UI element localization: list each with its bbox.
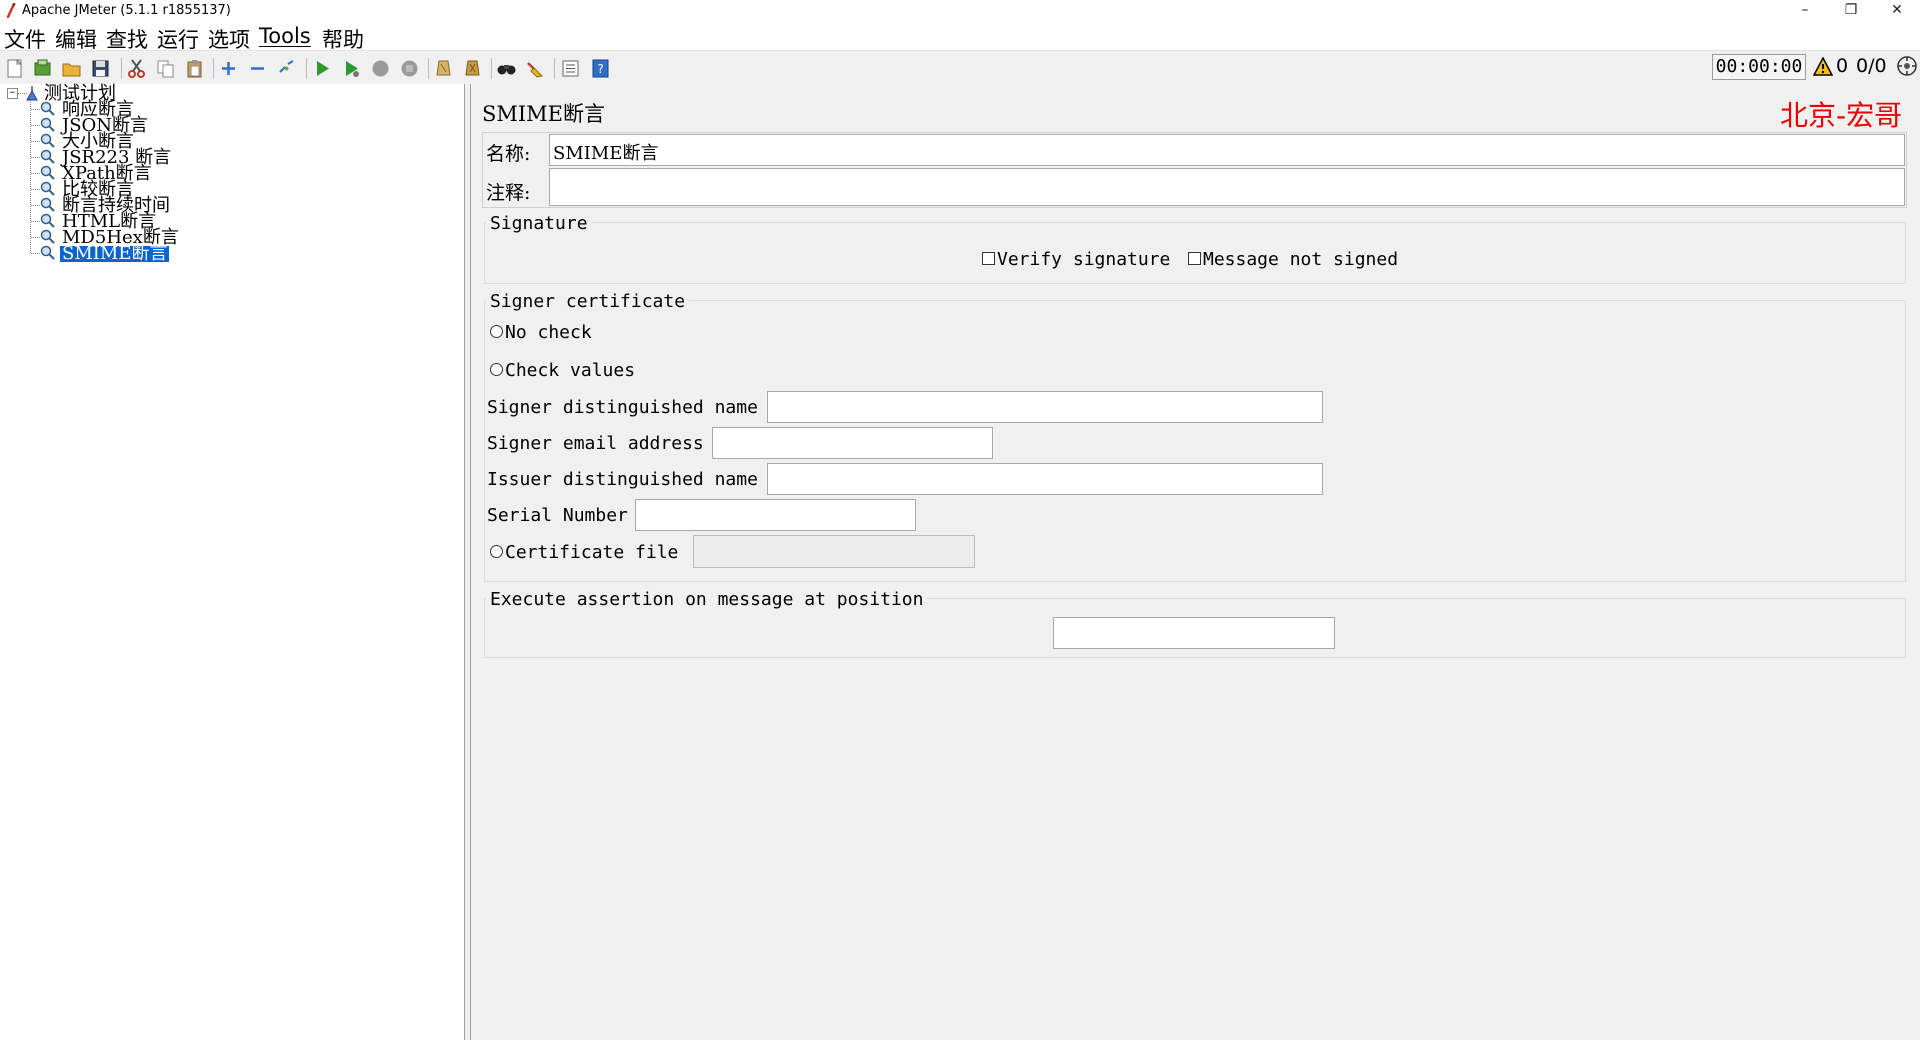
warning-icon[interactable] [1812,56,1834,77]
save-icon[interactable] [90,58,111,79]
function-helper-icon[interactable] [560,58,581,79]
copy-icon[interactable] [155,58,176,79]
signer-dn-input[interactable] [767,391,1323,423]
magnifier-icon [39,165,57,181]
templates-icon[interactable] [32,58,53,79]
open-icon[interactable] [61,58,82,79]
magnifier-icon [39,101,57,117]
checkbox-box[interactable] [982,251,995,265]
toolbar: ? [0,50,1920,86]
start-icon[interactable] [312,58,333,79]
magnifier-icon [39,229,57,245]
signature-group-title: Signature [486,213,592,234]
jmeter-logo-icon [5,2,17,19]
no-check-label: No check [505,322,592,343]
message-position-input[interactable] [1053,617,1335,649]
comment-label: 注释: [486,182,531,204]
reset-search-icon[interactable] [525,58,546,79]
restore-button[interactable]: ❐ [1828,0,1874,22]
checkbox-box[interactable] [1188,251,1201,265]
certificate-file-input[interactable] [693,535,975,568]
tree-label-selected: SMIME断言 [60,243,170,264]
elapsed-timer: 00:00:00 [1712,54,1806,80]
new-icon[interactable] [4,58,25,79]
magnifier-icon [39,197,57,213]
serial-number-input[interactable] [635,499,916,531]
name-input[interactable]: SMIME断言 [549,134,1905,166]
magnifier-icon [39,133,57,149]
help-icon[interactable]: ? [590,58,611,79]
signer-certificate-group-title: Signer certificate [486,291,690,312]
signer-dn-label: Signer distinguished name [487,397,758,418]
magnifier-icon [39,181,57,197]
collapse-icon[interactable] [247,58,268,79]
test-plan-icon [23,85,41,101]
magnifier-icon [39,213,57,229]
radio-circle[interactable] [490,544,503,558]
certificate-file-radio[interactable]: Certificate file [490,542,678,563]
signer-email-input[interactable] [712,427,993,459]
magnifier-icon [39,245,57,261]
magnifier-icon [39,149,57,165]
shutdown-icon[interactable] [399,58,420,79]
clear-all-icon[interactable] [462,58,483,79]
tree-node-xpath-assertion[interactable]: XPath断言 [0,165,300,183]
check-values-label: Check values [505,360,636,381]
test-plan-tree: − 测试计划 响应断言 JSON断言 大小断言 JSR223 断言 XPath断… [0,84,465,1040]
check-values-radio[interactable]: Check values [490,360,635,381]
radio-circle[interactable] [490,324,503,338]
issuer-dn-input[interactable] [767,463,1323,495]
certificate-file-label: Certificate file [505,542,679,563]
stop-icon[interactable] [370,58,391,79]
title-bar [0,0,1920,22]
svg-text:?: ? [597,62,603,76]
magnifier-icon [39,117,57,133]
message-not-signed-checkbox[interactable]: Message not signed [1188,249,1398,270]
active-threads: 0/0 [1856,55,1887,77]
expand-icon[interactable] [218,58,239,79]
name-label: 名称: [486,143,531,165]
message-not-signed-label: Message not signed [1203,249,1399,270]
paste-icon[interactable] [184,58,205,79]
tree-node-response-assertion[interactable]: 响应断言 [0,101,300,119]
watermark-text: 北京-宏哥 [1780,99,1903,132]
menu-bar: 文件 编辑 查找 运行 选项 Tools 帮助 [0,22,1920,52]
tree-node-root[interactable]: 测试计划 [0,85,300,103]
toggle-icon[interactable] [276,58,297,79]
search-icon[interactable] [496,58,517,79]
clear-icon[interactable] [433,58,454,79]
cut-icon[interactable] [126,58,147,79]
signer-email-label: Signer email address [487,433,704,454]
close-button[interactable]: ✕ [1874,0,1920,22]
tree-node-smime-assertion[interactable]: SMIME断言 [0,243,300,264]
panel-title: SMIME断言 [482,102,606,126]
minimize-button[interactable]: – [1782,0,1828,22]
comment-input[interactable] [549,168,1905,206]
execute-position-group-title: Execute assertion on message at position [486,589,928,610]
tree-node-json-assertion[interactable]: JSON断言 [0,117,300,135]
menu-tools[interactable]: Tools [259,24,311,48]
no-check-radio[interactable]: No check [490,322,592,343]
issuer-dn-label: Issuer distinguished name [487,469,758,490]
serial-number-label: Serial Number [487,505,628,526]
start-no-pause-icon[interactable] [341,58,362,79]
radio-circle[interactable] [490,362,503,376]
verify-signature-checkbox[interactable]: Verify signature [982,249,1170,270]
window-title: Apache JMeter (5.1.1 r1855137) [22,3,231,18]
status-indicator-icon [1896,55,1918,77]
verify-signature-label: Verify signature [997,249,1171,270]
error-count: 0 [1836,55,1849,77]
